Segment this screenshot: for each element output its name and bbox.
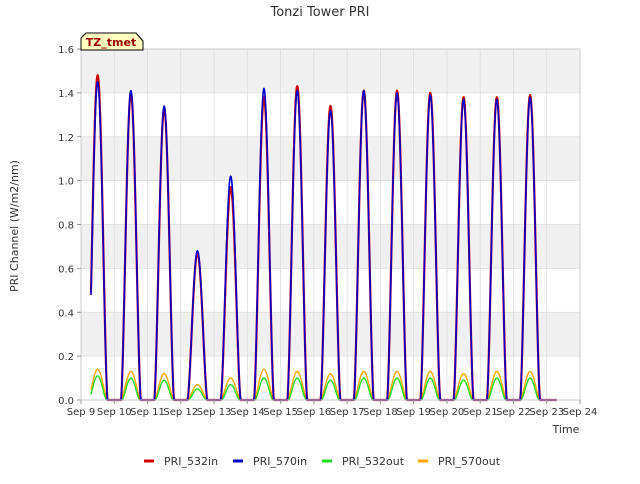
x-tick-label: Sep 14: [230, 407, 265, 418]
x-tick-label: Sep 19: [396, 407, 431, 418]
chart-title: Tonzi Tower PRI: [270, 5, 370, 20]
y-tick-label: 0.4: [58, 308, 74, 319]
x-tick-label: Sep 12: [163, 407, 198, 418]
legend: PRI_532in PRI_570in PRI_532out PRI_570out: [144, 455, 501, 468]
x-tick-label: Sep 10: [97, 407, 132, 418]
plot-band: [81, 49, 580, 93]
chart-svg: Tonzi Tower PRI 0.0 0.2 0.4 0.6 0.8 1.0 1.2 1.4…: [8, 5, 598, 468]
badge: TZ_tmet: [80, 32, 144, 51]
x-tick-label: Sep 9: [67, 407, 95, 418]
y-tick-label: 1.0: [58, 177, 74, 188]
y-axis-ticks: 0.0 0.2 0.4 0.6 0.8 1.0 1.2 1.4 1.6: [58, 45, 81, 407]
x-tick-label: Sep 20: [430, 407, 465, 418]
y-tick-label: 0.6: [58, 264, 74, 275]
plot-band: [81, 92, 580, 137]
x-tick-label: Sep 15: [263, 407, 298, 418]
legend-label: PRI_570out: [438, 455, 501, 468]
legend-label: PRI_532in: [164, 455, 218, 468]
x-tick-label: Sep 11: [130, 407, 165, 418]
x-tick-label: Sep 24: [563, 407, 598, 418]
x-tick-label: Sep 21: [463, 407, 498, 418]
x-tick-label: Sep 16: [296, 407, 331, 418]
plot-band: [81, 180, 580, 225]
x-axis-label: Time: [552, 423, 580, 436]
y-tick-label: 1.4: [58, 89, 74, 100]
x-tick-label: Sep 22: [496, 407, 531, 418]
badge-label: TZ_tmet: [86, 36, 136, 49]
legend-label: PRI_570in: [253, 455, 307, 468]
y-tick-label: 1.2: [58, 133, 74, 144]
plot-band: [81, 136, 580, 181]
x-tick-label: Sep 13: [197, 407, 232, 418]
x-tick-label: Sep 23: [529, 407, 564, 418]
plot-band: [81, 268, 580, 313]
legend-label: PRI_532out: [342, 455, 405, 468]
y-tick-label: 0.2: [58, 352, 74, 363]
chart-figure: Tonzi Tower PRI 0.0 0.2 0.4 0.6 0.8 1.0 1.2 1.4…: [0, 0, 640, 480]
y-tick-label: 1.6: [58, 45, 74, 56]
y-axis-label: PRI Channel (W/m2/nm): [8, 160, 21, 292]
y-tick-label: 0.8: [58, 221, 74, 232]
y-tick-label: 0.0: [58, 396, 74, 407]
x-axis-ticks: Sep 9 Sep 10Sep 11Sep 12Sep 13Sep 14Sep 1…: [67, 400, 598, 418]
x-tick-label: Sep 18: [363, 407, 398, 418]
plot-band: [81, 224, 580, 269]
x-tick-label: Sep 17: [330, 407, 365, 418]
